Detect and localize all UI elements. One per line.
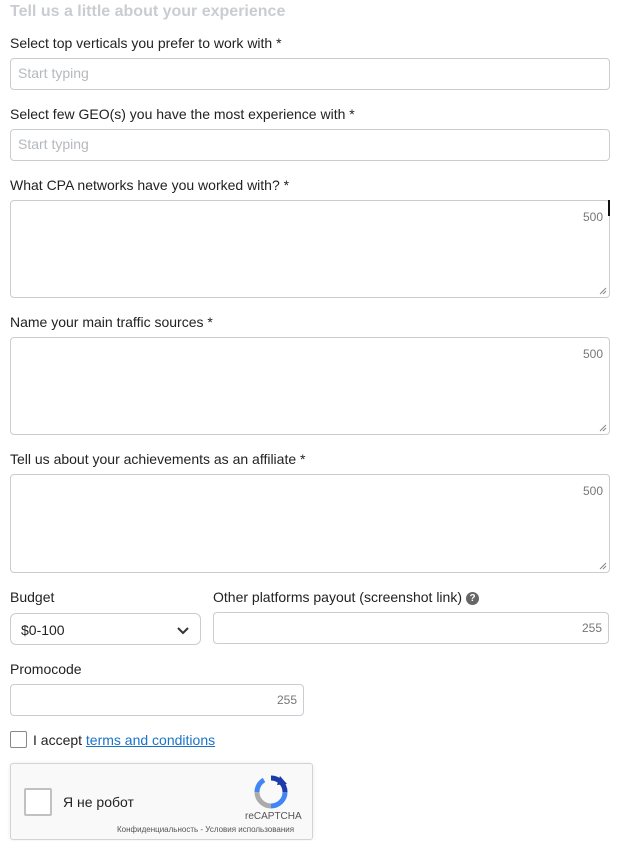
achievements-label: Tell us about your achievements as an af…	[10, 451, 306, 467]
chevron-down-icon	[177, 627, 189, 635]
form-heading: Tell us a little about your experience	[10, 3, 286, 20]
recaptcha-links: Конфиденциальность - Условия использован…	[117, 825, 294, 834]
recaptcha-privacy-link[interactable]: Конфиденциальность	[117, 825, 198, 834]
geos-input[interactable]: Start typing	[10, 129, 610, 161]
budget-select[interactable]: $0-100	[10, 613, 201, 645]
promocode-counter: 255	[276, 693, 297, 707]
verticals-input[interactable]: Start typing	[10, 58, 610, 90]
resize-grip-icon[interactable]	[599, 424, 607, 432]
traffic-sources-textarea[interactable]: 500	[10, 337, 610, 435]
promocode-input[interactable]: 255	[10, 684, 304, 716]
resize-grip-icon[interactable]	[599, 562, 607, 570]
cpa-networks-label: What CPA networks have you worked with? …	[10, 177, 290, 193]
text-cursor	[608, 200, 610, 216]
recaptcha-widget: Я не робот reCAPTCHA Конфиденциальность …	[10, 763, 313, 840]
budget-label: Budget	[10, 589, 55, 605]
payout-counter: 255	[581, 621, 602, 635]
achievements-counter: 500	[582, 484, 603, 498]
verticals-label: Select top verticals you prefer to work …	[10, 35, 282, 51]
geos-label: Select few GEO(s) you have the most expe…	[10, 106, 355, 122]
payout-label-row: Other platforms payout (screenshot link)…	[213, 589, 479, 605]
geos-placeholder: Start typing	[18, 136, 89, 152]
traffic-sources-label: Name your main traffic sources *	[10, 314, 213, 330]
recaptcha-label: Я не робот	[63, 794, 134, 810]
verticals-placeholder: Start typing	[18, 65, 89, 81]
payout-input[interactable]: 255	[213, 612, 609, 644]
recaptcha-brand: reCAPTCHA	[245, 811, 302, 822]
traffic-sources-counter: 500	[582, 347, 603, 361]
terms-row: I accept terms and conditions	[33, 732, 215, 748]
budget-selected-value: $0-100	[21, 622, 65, 638]
resize-grip-icon[interactable]	[599, 287, 607, 295]
cpa-networks-counter: 500	[582, 210, 603, 224]
achievements-textarea[interactable]: 500	[10, 474, 610, 573]
terms-link[interactable]: terms and conditions	[86, 732, 215, 748]
recaptcha-checkbox[interactable]	[24, 788, 52, 816]
terms-prefix: I accept	[33, 732, 86, 748]
question-circle-icon[interactable]: ?	[466, 591, 479, 605]
recaptcha-logo-icon	[254, 775, 288, 809]
payout-label: Other platforms payout (screenshot link)	[213, 589, 462, 605]
promocode-label: Promocode	[10, 661, 82, 677]
cpa-networks-textarea[interactable]: 500	[10, 200, 610, 298]
recaptcha-terms-link[interactable]: Условия использования	[205, 825, 294, 834]
terms-checkbox[interactable]	[10, 731, 27, 748]
